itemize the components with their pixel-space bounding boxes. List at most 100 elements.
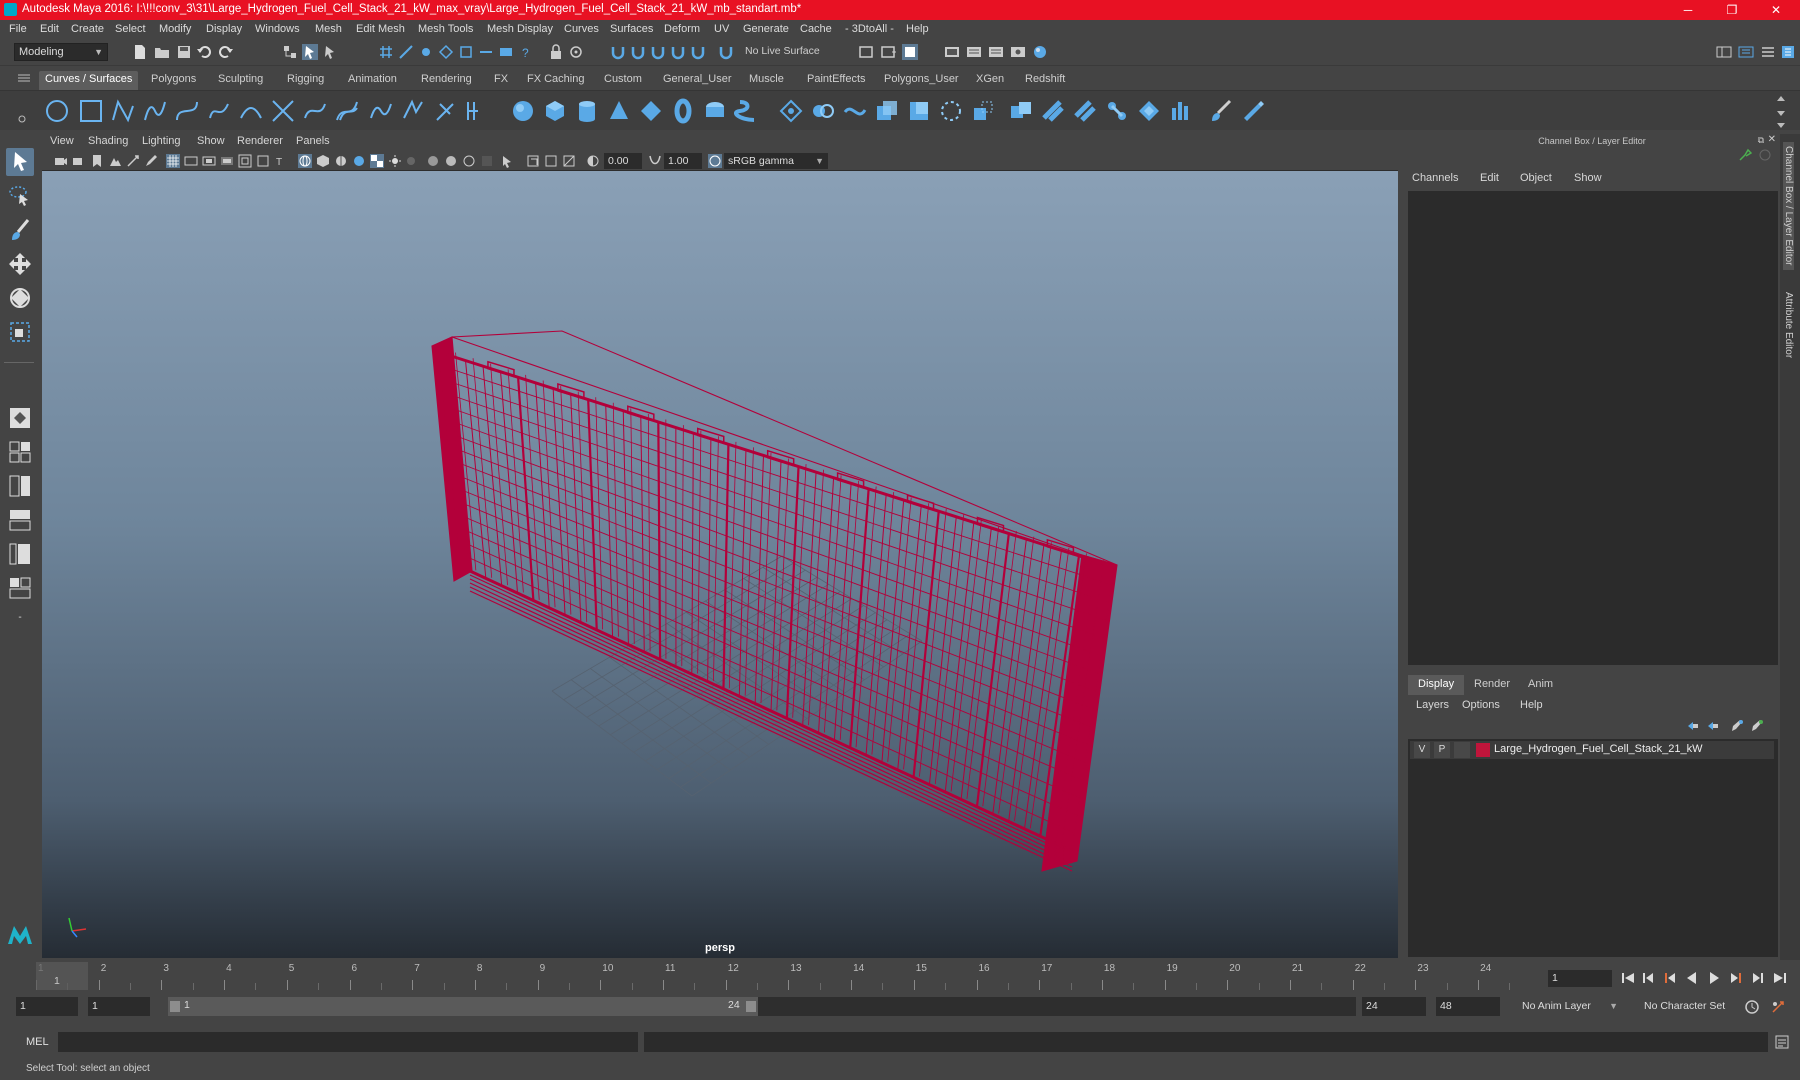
step-back-frame-icon[interactable]	[1662, 970, 1678, 986]
side-tab-attribute-editor[interactable]: Attribute Editor	[1783, 292, 1794, 358]
tool-settings-icon[interactable]	[1760, 44, 1776, 60]
intersect-surface-icon[interactable]	[842, 98, 868, 124]
wireframe-on-shaded-icon[interactable]	[334, 154, 348, 168]
field-chart-icon[interactable]	[238, 154, 252, 168]
xray-active-icon[interactable]	[544, 154, 558, 168]
planar-icon[interactable]	[906, 98, 932, 124]
render-settings-icon[interactable]	[1010, 44, 1026, 60]
new-layer-from-selected-icon[interactable]	[1750, 719, 1764, 733]
go-to-end-icon[interactable]	[1772, 970, 1788, 986]
paint-select-tool-icon[interactable]	[6, 216, 34, 244]
range-end-handle[interactable]	[746, 1001, 756, 1012]
channel-box-toggle-icon[interactable]	[1780, 44, 1796, 60]
xray-joints-icon[interactable]	[526, 154, 540, 168]
move-tool-icon[interactable]	[6, 250, 34, 278]
menu-modify[interactable]: Modify	[159, 23, 191, 35]
nurbs-circle-icon[interactable]	[44, 98, 70, 124]
boolean-difference-icon[interactable]	[1040, 98, 1066, 124]
magnet-grid-icon[interactable]	[650, 44, 666, 60]
cb-menu-object[interactable]: Object	[1520, 172, 1552, 184]
shelf-tab-general-user[interactable]: General_User	[657, 71, 737, 90]
target-icon[interactable]	[568, 44, 584, 60]
snap-view-plane-icon[interactable]	[438, 44, 454, 60]
shelf-tab-rendering[interactable]: Rendering	[415, 71, 478, 90]
panel-menu-panels[interactable]: Panels	[296, 135, 330, 147]
select-by-hierarchy-icon[interactable]	[282, 44, 298, 60]
nurbs-sphere-icon[interactable]	[510, 98, 536, 124]
range-slider[interactable]: 1 24	[168, 997, 1356, 1016]
gate-mask-icon[interactable]	[220, 154, 234, 168]
use-lights-icon[interactable]	[370, 154, 384, 168]
smooth-shade-icon[interactable]	[316, 154, 330, 168]
hypershade-icon[interactable]	[1032, 44, 1048, 60]
arc-tool-icon[interactable]	[238, 98, 264, 124]
trim-tool-icon[interactable]	[938, 98, 964, 124]
le-menu-help[interactable]: Help	[1520, 699, 1543, 711]
safe-title-icon[interactable]: T	[274, 154, 288, 168]
two-pane-layout-icon[interactable]	[6, 472, 34, 500]
nurbs-torus-icon[interactable]	[670, 98, 696, 124]
curve-on-surface-icon[interactable]	[778, 98, 804, 124]
go-to-start-icon[interactable]	[1620, 970, 1636, 986]
twist-surface-icon[interactable]	[734, 98, 760, 124]
bookmark-icon[interactable]	[90, 154, 104, 168]
le-menu-options[interactable]: Options	[1462, 699, 1500, 711]
depth-of-field-icon[interactable]	[462, 154, 476, 168]
tab-render[interactable]: Render	[1464, 675, 1520, 695]
snap-live-icon[interactable]	[498, 44, 514, 60]
workspace-icon[interactable]	[1716, 44, 1732, 60]
step-forward-frame-icon[interactable]	[1728, 970, 1744, 986]
key-icon[interactable]	[1738, 148, 1752, 162]
menu-display[interactable]: Display	[206, 23, 242, 35]
layer-row[interactable]: V P Large_Hydrogen_Fuel_Cell_Stack_21_kW	[1410, 741, 1774, 759]
sculpt-geometry-icon[interactable]	[1136, 98, 1162, 124]
menu-help[interactable]: Help	[906, 23, 929, 35]
auto-key-icon[interactable]	[1744, 999, 1760, 1015]
scene-start-field[interactable]: 1	[16, 997, 78, 1016]
move-layer-down-icon[interactable]	[1706, 719, 1720, 733]
outliner-layout-icon[interactable]	[6, 574, 34, 602]
persp-graph-layout-icon[interactable]	[6, 506, 34, 534]
boolean-intersection-icon[interactable]	[1072, 98, 1098, 124]
nurbs-cylinder-icon[interactable]	[574, 98, 600, 124]
layer-color-swatch[interactable]	[1476, 743, 1490, 757]
gamma-field[interactable]: 1.00	[664, 153, 702, 169]
select-tool-icon[interactable]	[6, 148, 34, 176]
magnet-icon[interactable]	[610, 44, 626, 60]
lock-channel-icon[interactable]	[1758, 148, 1772, 162]
anim-layer-dropdown[interactable]: No Anim Layer ▼	[1518, 997, 1618, 1016]
stitch-icon[interactable]	[1104, 98, 1130, 124]
film-gate-icon[interactable]	[184, 154, 198, 168]
menu-3dtoall[interactable]: - 3DtoAll -	[845, 23, 894, 35]
paint-brush-icon[interactable]	[1208, 98, 1234, 124]
scale-tool-icon[interactable]	[6, 318, 34, 346]
fillet-icon[interactable]	[1168, 98, 1194, 124]
construction-history-icon[interactable]	[902, 44, 918, 60]
ambient-occlusion-icon[interactable]	[404, 154, 418, 168]
shelf-tab-painteffects[interactable]: PaintEffects	[801, 71, 872, 90]
paint-effects-icon[interactable]	[1240, 98, 1266, 124]
close-panel-icon[interactable]: ✕	[1768, 134, 1776, 145]
menu-mesh[interactable]: Mesh	[315, 23, 342, 35]
panel-menu-view[interactable]: View	[50, 135, 74, 147]
resolution-gate-icon[interactable]	[202, 154, 216, 168]
2d-pan-zoom-icon[interactable]	[126, 154, 140, 168]
anti-aliasing-icon[interactable]	[444, 154, 458, 168]
select-by-component-icon[interactable]	[322, 44, 338, 60]
four-view-layout-icon[interactable]	[6, 438, 34, 466]
grid-toggle-icon[interactable]	[166, 154, 180, 168]
le-menu-layers[interactable]: Layers	[1416, 699, 1449, 711]
script-editor-icon[interactable]	[1774, 1034, 1790, 1050]
menu-deform[interactable]: Deform	[664, 23, 700, 35]
minimize-button[interactable]: ─	[1666, 0, 1710, 20]
extend-curve-icon[interactable]	[400, 98, 426, 124]
shelf-tab-sculpting[interactable]: Sculpting	[212, 71, 269, 90]
layer-display-type-toggle[interactable]	[1454, 742, 1470, 758]
cb-menu-edit[interactable]: Edit	[1480, 172, 1499, 184]
script-language-toggle[interactable]: MEL	[26, 1036, 49, 1048]
menu-set-selector[interactable]: Modeling ▼	[14, 43, 108, 61]
shelf-tab-animation[interactable]: Animation	[342, 71, 403, 90]
layer-playback-toggle[interactable]: P	[1434, 742, 1450, 758]
tab-display[interactable]: Display	[1408, 675, 1465, 695]
shelf-options-icon[interactable]	[18, 95, 26, 127]
